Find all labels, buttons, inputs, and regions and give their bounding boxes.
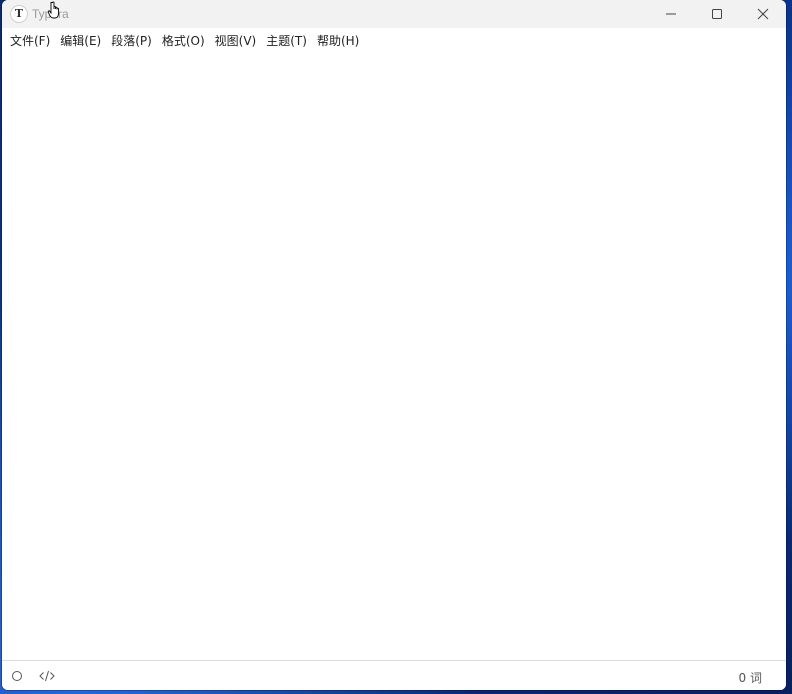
word-count[interactable]: 0 词 [739,669,762,686]
minimize-button[interactable] [648,0,694,28]
menu-view[interactable]: 视图(V) [210,30,262,51]
circle-outline-icon [12,671,22,681]
close-button[interactable] [740,0,786,28]
status-bar: 0 词 [2,660,786,690]
source-mode-button[interactable] [38,669,56,683]
title-bar[interactable]: T Typora [2,0,786,28]
typora-logo-icon: T [10,5,28,23]
hand-pointer-icon [47,1,59,19]
app-window: T Typora 文件(F) 编辑(E) 段落(P) 格式(O) 视图(V) 主… [2,0,786,690]
menu-bar: 文件(F) 编辑(E) 段落(P) 格式(O) 视图(V) 主题(T) 帮助(H… [2,28,786,52]
menu-paragraph[interactable]: 段落(P) [106,30,157,51]
close-icon [757,8,769,20]
menu-file[interactable]: 文件(F) [5,30,55,51]
minimize-icon [666,13,676,15]
maximize-icon [712,9,722,19]
code-brackets-icon [39,670,55,682]
outline-toggle-button[interactable] [11,670,23,682]
menu-format[interactable]: 格式(O) [157,30,210,51]
maximize-button[interactable] [694,0,740,28]
menu-help[interactable]: 帮助(H) [312,30,364,51]
menu-themes[interactable]: 主题(T) [261,30,312,51]
editor-area[interactable] [2,52,786,660]
menu-edit[interactable]: 编辑(E) [55,30,106,51]
